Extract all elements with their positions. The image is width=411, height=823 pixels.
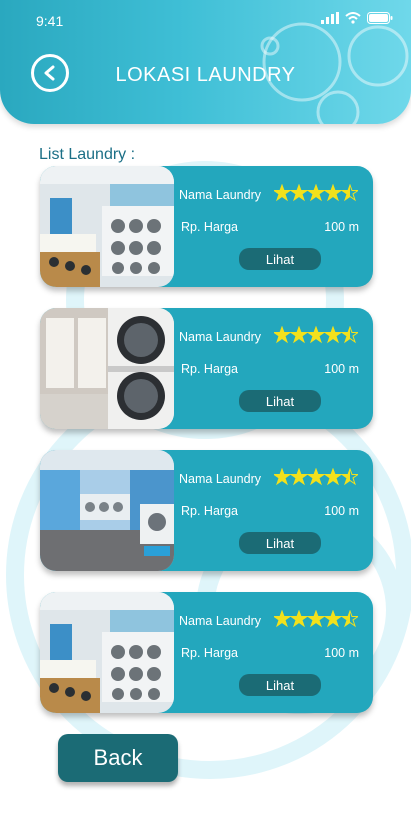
laundry-photo [40, 308, 174, 429]
laundry-name: Nama Laundry [179, 330, 261, 344]
star-icon [289, 184, 309, 202]
rating-stars [274, 610, 358, 628]
star-icon [289, 468, 309, 486]
star-icon [274, 326, 292, 344]
laundry-photo [40, 592, 174, 713]
star-icon [323, 610, 343, 628]
app-header: 9:41 LOKASI LAUNDRY [0, 0, 411, 124]
laundry-name: Nama Laundry [179, 188, 261, 202]
view-button[interactable]: Lihat [239, 248, 321, 270]
laundry-card[interactable]: Nama Laundry Rp. Harga 100 m Lihat [40, 308, 373, 429]
star-icon [323, 184, 343, 202]
star-half-icon [340, 184, 358, 202]
status-time: 9:41 [36, 13, 64, 29]
star-half-icon [340, 326, 358, 344]
view-button[interactable]: Lihat [239, 674, 321, 696]
laundry-price: Rp. Harga [181, 504, 238, 518]
status-icons [321, 12, 393, 24]
laundry-distance: 100 m [324, 220, 359, 234]
star-icon [306, 184, 326, 202]
laundry-distance: 100 m [324, 646, 359, 660]
star-icon [306, 326, 326, 344]
page-title: LOKASI LAUNDRY [115, 64, 296, 86]
star-half-icon [340, 610, 358, 628]
star-icon [289, 610, 309, 628]
laundry-photo [40, 166, 174, 287]
star-icon [274, 184, 292, 202]
view-button[interactable]: Lihat [239, 532, 321, 554]
star-icon [289, 326, 309, 344]
battery-icon [367, 12, 393, 24]
laundry-photo [40, 450, 174, 571]
star-icon [306, 468, 326, 486]
laundry-distance: 100 m [324, 362, 359, 376]
laundry-card[interactable]: Nama Laundry Rp. Harga 100 m Lihat [40, 450, 373, 571]
star-half-icon [340, 468, 358, 486]
view-button[interactable]: Lihat [239, 390, 321, 412]
signal-icon [321, 12, 339, 24]
laundry-price: Rp. Harga [181, 220, 238, 234]
star-icon [274, 610, 292, 628]
rating-stars [274, 326, 358, 344]
back-button[interactable]: Back [58, 734, 178, 782]
star-icon [323, 326, 343, 344]
list-label: List Laundry : [39, 146, 136, 163]
laundry-price: Rp. Harga [181, 646, 238, 660]
laundry-card[interactable]: Nama Laundry Rp. Harga 100 m Lihat [40, 592, 373, 713]
laundry-name: Nama Laundry [179, 472, 261, 486]
star-icon [306, 610, 326, 628]
star-icon [323, 468, 343, 486]
laundry-distance: 100 m [324, 504, 359, 518]
laundry-price: Rp. Harga [181, 362, 238, 376]
laundry-name: Nama Laundry [179, 614, 261, 628]
star-icon [274, 468, 292, 486]
rating-stars [274, 468, 358, 486]
laundry-card[interactable]: Nama Laundry Rp. Harga 100 m Lihat [40, 166, 373, 287]
wifi-icon [345, 12, 361, 24]
rating-stars [274, 184, 358, 202]
